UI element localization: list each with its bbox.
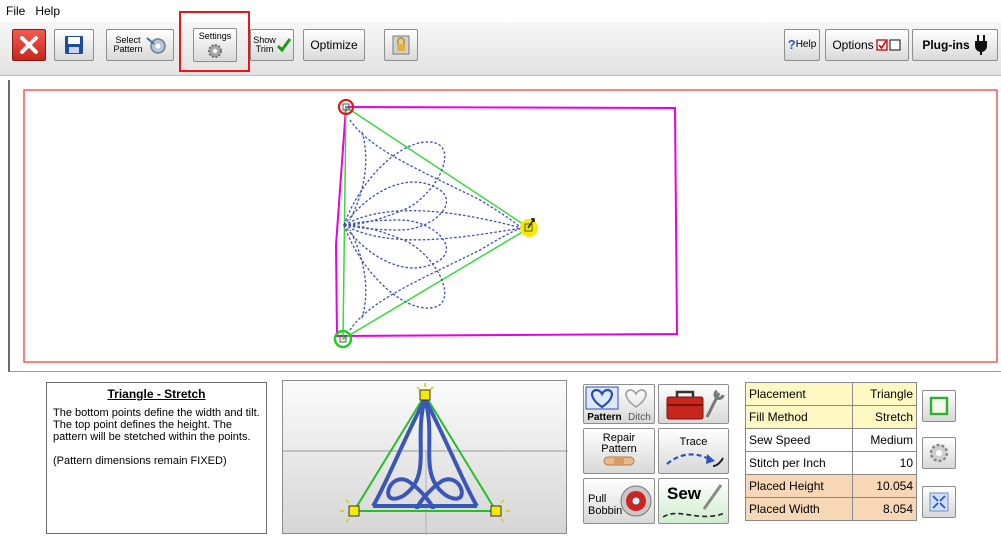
options-label: Options xyxy=(832,38,874,52)
plugins-button[interactable]: Plug-ins xyxy=(912,29,998,61)
right-point-handle[interactable] xyxy=(520,219,538,237)
prop-value[interactable]: 8.054 xyxy=(852,497,917,521)
prop-value[interactable]: Stretch xyxy=(852,405,917,429)
select-pattern-button[interactable]: Select Pattern xyxy=(106,29,174,61)
help-question-icon: ? xyxy=(787,37,796,52)
table-row[interactable]: Placed Width 8.054 xyxy=(744,497,917,521)
save-button[interactable] xyxy=(54,29,94,61)
prop-label: Placed Width xyxy=(744,497,854,521)
needle-icon xyxy=(662,484,726,518)
optimize-button[interactable]: Optimize xyxy=(303,29,365,61)
placement-area-outline xyxy=(334,105,679,338)
pull-bobbin-button[interactable]: Pull Bobbin xyxy=(583,478,655,524)
bottom-panel: Triangle - Stretch The bottom points def… xyxy=(0,372,1001,541)
pattern-ditch-toggle[interactable]: Pattern Ditch xyxy=(583,384,655,424)
pattern-gear-icon xyxy=(145,37,166,54)
stitch-pattern xyxy=(342,119,523,331)
toolbox-icon xyxy=(666,389,725,420)
toolbox-button[interactable] xyxy=(658,384,729,424)
prop-label: Sew Speed xyxy=(744,428,854,452)
settings-gear-button[interactable] xyxy=(922,437,956,469)
prop-label: Fill Method xyxy=(744,405,854,429)
prop-label: Placement xyxy=(744,382,854,406)
ditch-label: Ditch xyxy=(628,412,651,423)
lock-icon xyxy=(392,35,410,55)
table-row[interactable]: Placement Triangle xyxy=(744,382,917,406)
prop-label: Placed Height xyxy=(744,474,854,498)
settings-highlight-box xyxy=(179,11,250,72)
options-checkbox-icon xyxy=(876,39,901,51)
prop-label: Stitch per Inch xyxy=(744,451,854,475)
show-trim-button[interactable]: Show Trim xyxy=(250,29,294,61)
properties-table: Placement Triangle Fill Method Stretch S… xyxy=(744,382,917,521)
gear-icon xyxy=(929,443,949,463)
trace-arrow-icon xyxy=(665,453,724,467)
plug-icon xyxy=(974,35,987,55)
prop-value[interactable]: Medium xyxy=(852,428,917,452)
placement-preview[interactable] xyxy=(282,380,568,535)
placement-info-box: Triangle - Stretch The bottom points def… xyxy=(46,382,267,534)
canvas-svg xyxy=(23,89,998,363)
repair-label-2: Pattern xyxy=(601,443,637,455)
menu-bar: File Help xyxy=(0,0,1001,22)
info-title: Triangle - Stretch xyxy=(107,387,206,401)
expand-arrows-icon xyxy=(929,492,949,512)
select-pattern-label-2: Pattern xyxy=(113,44,143,54)
pattern-label: Pattern xyxy=(587,412,622,423)
info-text: The bottom points define the width and t… xyxy=(53,407,260,443)
help-button[interactable]: ? Help xyxy=(784,29,820,61)
prop-value[interactable]: 10 xyxy=(852,451,917,475)
menu-help[interactable]: Help xyxy=(35,4,60,18)
placement-triangle xyxy=(342,105,531,341)
plugins-label: Plug-ins xyxy=(922,38,970,52)
checkmark-icon xyxy=(276,38,291,53)
repair-pattern-button[interactable]: Repair Pattern xyxy=(583,428,655,474)
bobbin-icon xyxy=(620,485,652,517)
triangle-stretch-preview-icon xyxy=(283,383,568,535)
close-icon xyxy=(20,36,38,54)
placement-frame-button[interactable] xyxy=(922,390,956,422)
table-row[interactable]: Placed Height 10.054 xyxy=(744,474,917,498)
lock-button[interactable] xyxy=(384,29,418,61)
close-button[interactable] xyxy=(12,29,46,61)
save-icon xyxy=(65,36,83,54)
table-row[interactable]: Fill Method Stretch xyxy=(744,405,917,429)
square-frame-icon xyxy=(929,396,949,416)
trace-button[interactable]: Trace xyxy=(658,428,729,474)
canvas-boundary xyxy=(23,89,998,363)
bandage-icon xyxy=(603,456,635,466)
prop-value[interactable]: Triangle xyxy=(852,382,917,406)
menu-file[interactable]: File xyxy=(6,4,25,18)
help-label: Help xyxy=(795,39,817,50)
quilt-canvas[interactable] xyxy=(8,80,1001,372)
options-button[interactable]: Options xyxy=(825,29,909,61)
trace-label: Trace xyxy=(679,436,708,448)
toolbar: Select Pattern Settings Show Trim Optimi… xyxy=(0,22,1001,76)
sew-button[interactable]: Sew xyxy=(658,478,729,524)
info-note: (Pattern dimensions remain FIXED) xyxy=(53,455,227,467)
fit-size-button[interactable] xyxy=(922,486,956,518)
show-trim-label-2: Trim xyxy=(255,44,274,54)
prop-value[interactable]: 10.054 xyxy=(852,474,917,498)
table-row[interactable]: Sew Speed Medium xyxy=(744,428,917,452)
heart-icons xyxy=(585,386,647,410)
table-row[interactable]: Stitch per Inch 10 xyxy=(744,451,917,475)
